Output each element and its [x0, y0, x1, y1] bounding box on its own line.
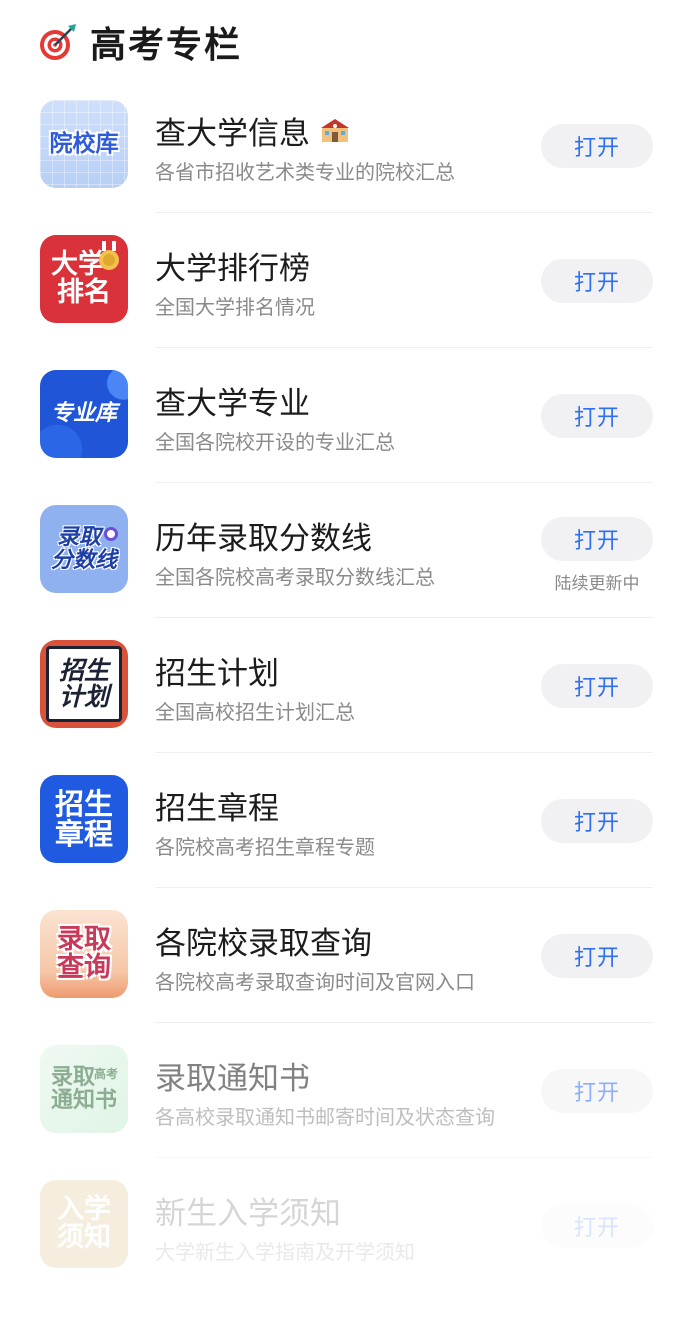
- item-subtitle: 全国大学排名情况: [155, 295, 315, 319]
- open-button[interactable]: 打开: [541, 394, 653, 438]
- item-subtitle: 各院校高考招生章程专题: [155, 835, 375, 859]
- section-header: 高考专栏: [38, 16, 242, 68]
- open-button[interactable]: 打开: [541, 1069, 653, 1113]
- item-title: 大学排行榜: [155, 251, 310, 287]
- item-subtitle: 全国高校招生计划汇总: [155, 700, 355, 724]
- item-subtitle: 全国各院校开设的专业汇总: [155, 430, 395, 454]
- item-title: 招生章程: [155, 791, 279, 827]
- open-button[interactable]: 打开: [541, 934, 653, 978]
- list-item-enrollment-plan[interactable]: 招生 计划 招生计划 全国高校招生计划汇总 打开: [0, 618, 688, 753]
- item-subtitle: 各省市招收艺术类专业的院校汇总: [155, 160, 455, 184]
- list-item-enrollment-charter[interactable]: 招生 章程 招生章程 各院校高考招生章程专题 打开: [0, 753, 688, 888]
- open-button[interactable]: 打开: [541, 799, 653, 843]
- open-button[interactable]: 打开: [541, 517, 653, 561]
- university-ranking-icon: 大学 排名: [40, 235, 128, 323]
- freshman-guide-icon: 入学 须知: [40, 1180, 128, 1268]
- item-subtitle: 各院校高考录取查询时间及官网入口: [155, 970, 475, 994]
- feature-list: 院校库 查大学信息 各省市招收艺术类专业的院校汇总 打开 大学 排名 大学排行榜…: [0, 78, 688, 1293]
- open-button[interactable]: 打开: [541, 664, 653, 708]
- moon-badge-icon: [104, 527, 118, 541]
- item-title: 新生入学须知: [155, 1196, 341, 1232]
- school-building-icon: [320, 115, 350, 142]
- list-item-admission-letter[interactable]: 高考 录取 通知书 录取通知书 各高校录取通知书邮寄时间及状态查询 打开: [0, 1023, 688, 1158]
- page-title: 高考专栏: [90, 25, 243, 66]
- item-title: 查大学专业: [155, 386, 310, 422]
- list-item-admission-scores[interactable]: 录取 分数线 历年录取分数线 全国各院校高考录取分数线汇总 打开 陆续更新中: [0, 483, 688, 618]
- enrollment-charter-icon: 招生 章程: [40, 775, 128, 863]
- item-title: 各院校录取查询: [155, 926, 372, 962]
- open-button[interactable]: 打开: [541, 124, 653, 168]
- update-note: 陆续更新中: [554, 574, 640, 594]
- item-subtitle: 大学新生入学指南及开学须知: [155, 1240, 415, 1264]
- item-subtitle: 全国各院校高考录取分数线汇总: [155, 565, 435, 589]
- item-title: 招生计划: [155, 656, 279, 692]
- open-button[interactable]: 打开: [541, 259, 653, 303]
- list-item-admission-query[interactable]: 录取 查询 各院校录取查询 各院校高考录取查询时间及官网入口 打开: [0, 888, 688, 1023]
- item-subtitle: 各高校录取通知书邮寄时间及状态查询: [155, 1105, 495, 1129]
- university-database-icon: 院校库: [40, 100, 128, 188]
- enrollment-plan-icon: 招生 计划: [40, 640, 128, 728]
- admission-letter-icon: 高考 录取 通知书: [40, 1045, 128, 1133]
- open-button[interactable]: 打开: [541, 1204, 653, 1248]
- item-title: 查大学信息: [155, 116, 310, 152]
- item-title: 历年录取分数线: [155, 521, 372, 557]
- list-item-freshman-guide[interactable]: 入学 须知 新生入学须知 大学新生入学指南及开学须知 打开: [0, 1158, 688, 1293]
- admission-query-icon: 录取 查询: [40, 910, 128, 998]
- admission-score-line-icon: 录取 分数线: [40, 505, 128, 593]
- major-database-icon: 专业库: [40, 370, 128, 458]
- list-item-university-ranking[interactable]: 大学 排名 大学排行榜 全国大学排名情况 打开: [0, 213, 688, 348]
- list-item-university-info[interactable]: 院校库 查大学信息 各省市招收艺术类专业的院校汇总 打开: [0, 78, 688, 213]
- item-title: 录取通知书: [155, 1061, 310, 1097]
- list-item-major-search[interactable]: 专业库 查大学专业 全国各院校开设的专业汇总 打开: [0, 348, 688, 483]
- target-dart-icon: [38, 22, 78, 62]
